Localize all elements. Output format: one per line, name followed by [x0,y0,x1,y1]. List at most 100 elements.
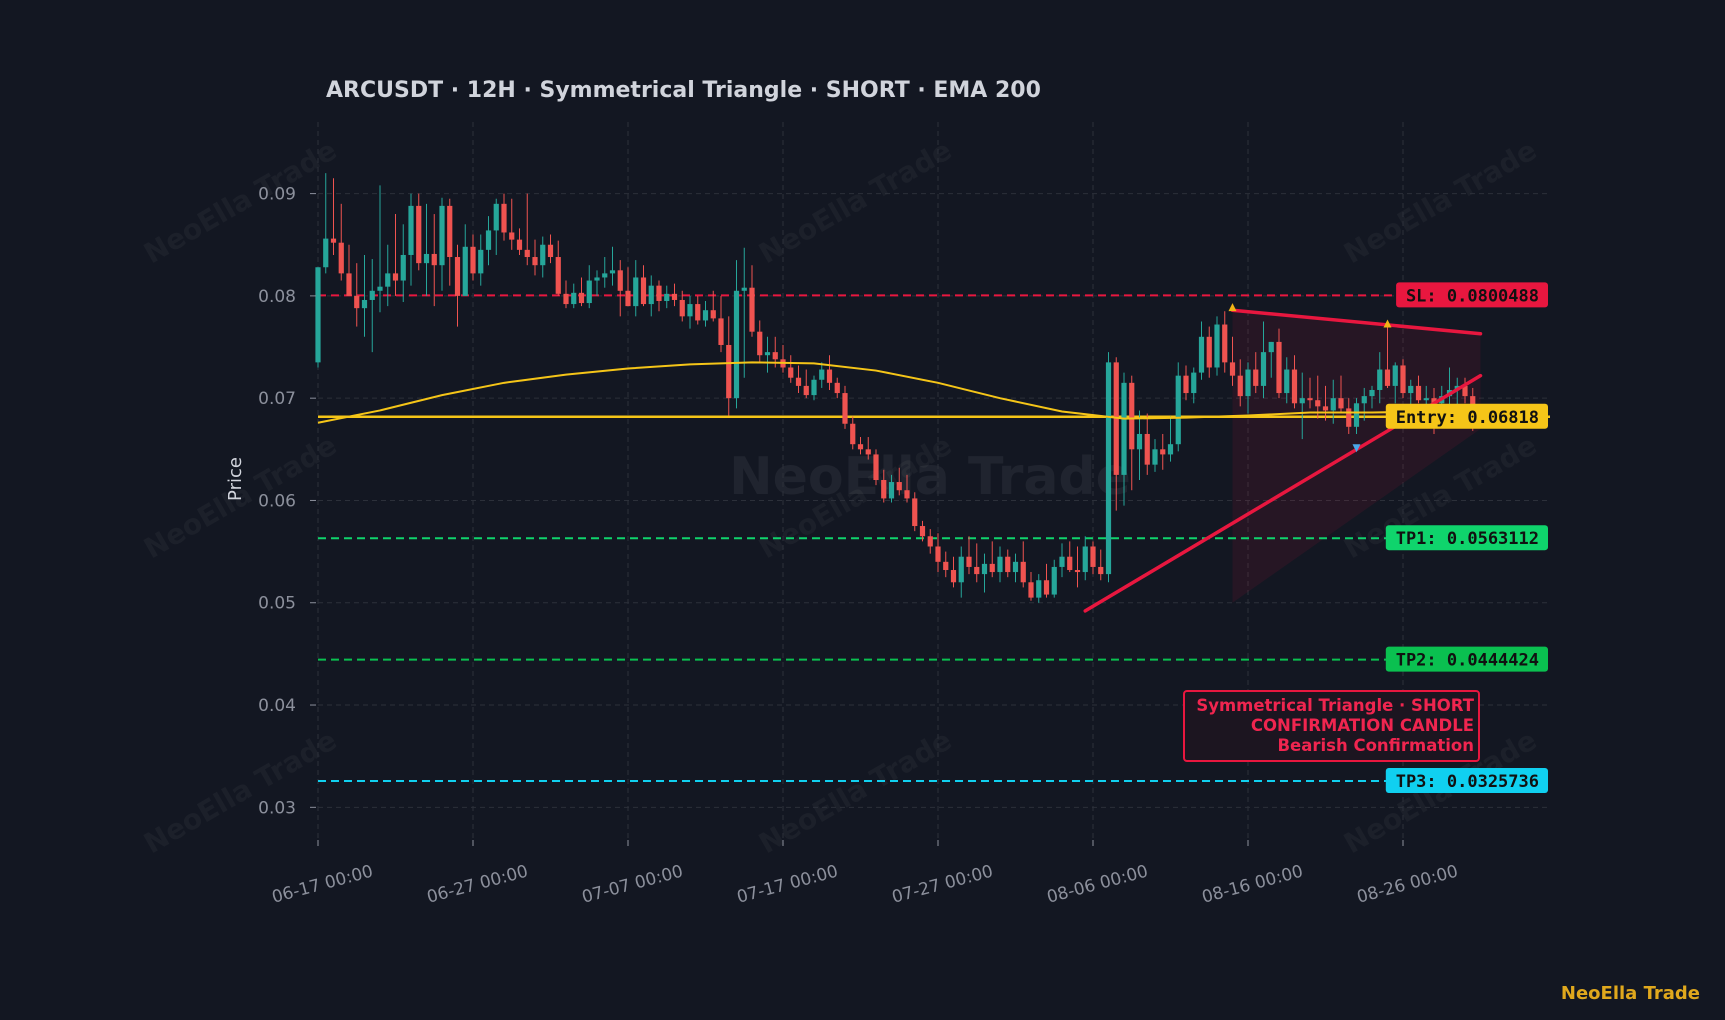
candlestick-chart: NeoElla Trade NeoElla Trade NeoElla Trade N… [138,78,1700,1004]
candle-body [1020,561,1026,583]
candle-body [904,490,910,499]
candle-body [493,203,499,231]
candle-body [470,246,476,274]
candle-body [1315,400,1321,407]
candle-body [1346,408,1352,427]
watermark-text: NeoElla Trade [1338,133,1542,270]
annotation-line-3: Bearish Confirmation [1277,736,1474,755]
y-tick-label: 0.06 [258,491,296,511]
candle-body [1012,561,1019,573]
candle-body [1361,396,1367,404]
candle-body [617,270,623,291]
candle-body [803,385,809,396]
candle-body [1377,369,1383,390]
x-axis: 06-17 00:00 06-27 00:00 07-07 00:00 07-17 0… [270,840,1460,908]
candle-body [509,232,515,240]
candle-body [702,310,709,321]
candle-body [524,249,530,258]
candle-body [447,205,453,258]
candle-body [1067,556,1073,571]
candle-body [609,270,616,274]
candle-body [726,344,732,399]
x-tick-label: 07-27 00:00 [890,862,995,908]
level-label-tp1: TP1: 0.0563112 [1396,529,1539,549]
candle-body [1237,375,1243,397]
candle-body [935,546,941,562]
watermark-center: NeoElla Trade [729,447,1131,507]
candle-body [1105,362,1112,575]
candle-body [741,287,747,291]
candle-body [478,249,484,274]
candle-body [555,257,561,294]
candle-body [330,238,337,243]
candle-body [656,285,662,301]
candle-body [1175,375,1181,445]
candle-body [757,331,763,356]
candle-body [826,369,833,383]
candle-body [664,293,670,301]
candle-body [369,290,375,300]
candle-body [695,304,701,321]
candle-body [943,561,949,571]
candle-body [1098,566,1104,575]
candle-body [416,205,422,264]
candle-body [1330,398,1336,411]
y-axis: 0.03 0.04 0.05 0.06 0.07 0.08 0.09 [258,185,316,818]
candle-body [989,563,995,573]
candle-body [1074,570,1081,573]
candle-body [408,205,414,255]
candle-body [842,393,848,424]
candle-body [1144,433,1150,465]
candle-body [1284,369,1290,394]
candle-body [1082,546,1088,573]
candle-body [462,246,468,296]
candle-body [772,352,778,360]
candle-body [1400,365,1406,394]
candle-body [718,318,724,345]
candle-body [687,304,693,317]
candle-body [454,257,461,296]
candle-body [1198,336,1205,373]
candle-body [431,253,437,266]
candle-body [997,556,1003,573]
candle-body [1152,449,1158,465]
candle-body [1369,389,1375,397]
candle-body [586,280,592,304]
candle-body [1245,369,1251,397]
candle-body [439,205,445,266]
candle-body [888,482,895,499]
candle-body [602,273,608,278]
candle-body [1229,362,1236,376]
candle-body [625,290,631,307]
candle-body [1307,398,1313,401]
candle-body [1392,365,1398,386]
candle-body [1043,580,1050,595]
candle-body [881,480,887,499]
candle-body [1260,352,1267,386]
candle-body [400,254,406,281]
candle-body [1353,403,1360,427]
candle-body [547,244,554,258]
x-tick-label: 08-16 00:00 [1200,862,1305,908]
y-tick-label: 0.03 [258,798,296,818]
chart-title: ARCUSDT · 12H · Symmetrical Triangle · S… [326,78,1041,103]
level-label-tp2: TP2: 0.0444424 [1396,651,1539,671]
x-tick-label: 06-27 00:00 [425,862,530,908]
annotation-line-1: Symmetrical Triangle · SHORT [1196,696,1474,715]
candle-body [1121,382,1127,475]
candle-body [1129,382,1135,450]
candle-body [1028,582,1034,598]
candle-body [950,570,957,583]
y-tick-label: 0.05 [258,594,296,614]
candle-body [354,295,360,309]
candle-body [912,498,918,527]
candle-body [811,379,817,396]
candle-body [733,290,740,399]
candle-body [1167,444,1174,455]
candle-body [1384,369,1391,386]
candle-body [981,563,988,575]
candle-body [594,277,600,281]
level-label-tp3: TP3: 0.0325736 [1396,772,1539,792]
candle-body [1206,336,1212,368]
candle-body [1160,449,1166,455]
